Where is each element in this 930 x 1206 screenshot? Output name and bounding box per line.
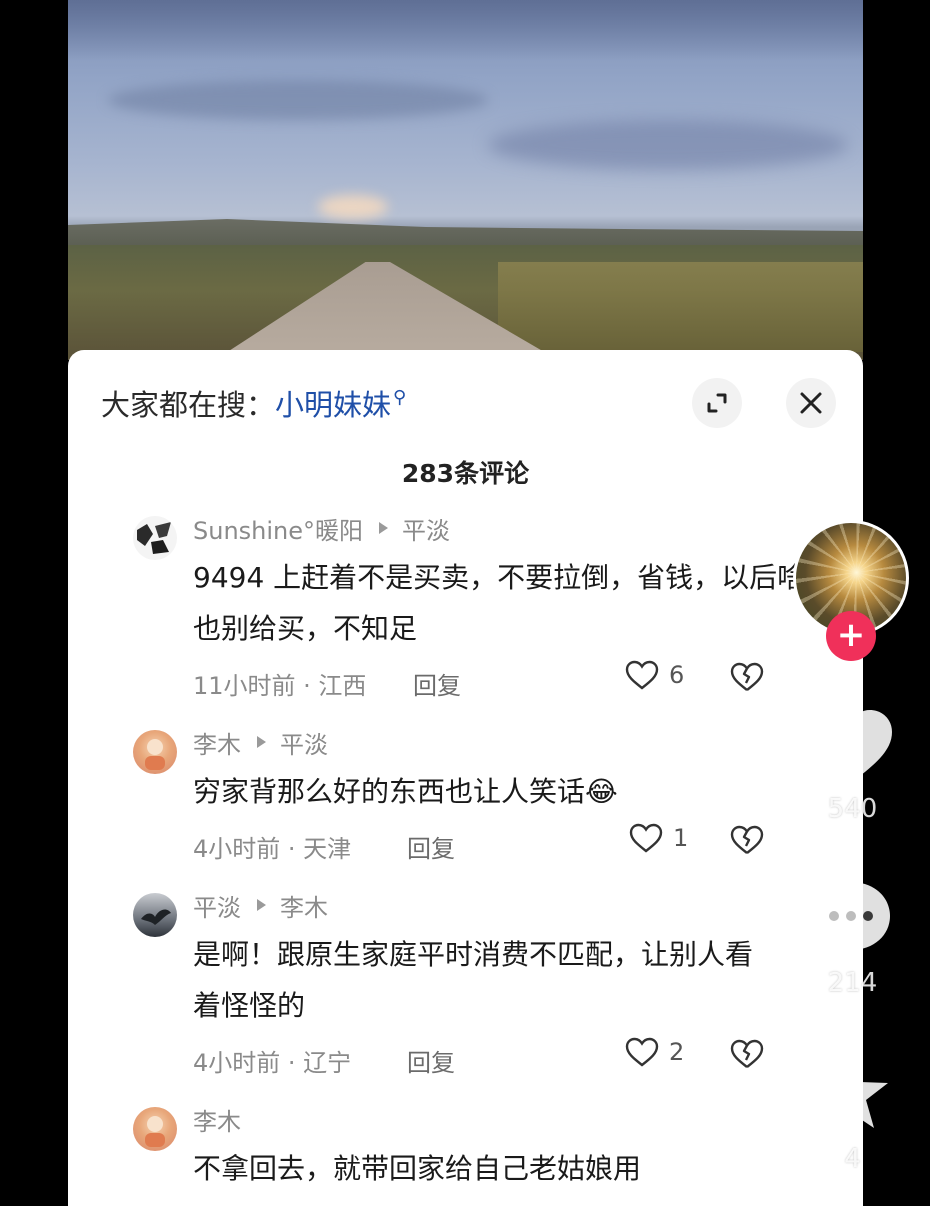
comment-item: 李木 不拿回去，就带回家给自己老姑娘用 [133, 1101, 833, 1194]
video-comment-count: 214 [827, 968, 878, 998]
avatar[interactable] [133, 1107, 177, 1151]
comment-footer: 11小时前 · 江西 回复 6 [193, 654, 833, 704]
reply-to-name[interactable]: 平淡 [402, 511, 450, 546]
like-button[interactable]: 1 [629, 823, 688, 853]
time-location: 4小时前 · 辽宁 [193, 1049, 352, 1077]
reply-button[interactable]: 回复 [407, 829, 455, 864]
comment-meta: Sunshine°暖阳 平淡 [193, 510, 833, 546]
sky-cloud [488, 120, 848, 170]
video-like-count: 540 [827, 794, 878, 824]
video-comment-button[interactable] [808, 878, 894, 962]
like-button[interactable]: 2 [625, 1037, 684, 1067]
follow-button[interactable]: + [826, 611, 876, 661]
reply-to-name[interactable]: 李木 [280, 888, 328, 923]
sky-cloud [68, 0, 863, 60]
dislike-button[interactable] [730, 1039, 764, 1075]
avatar-image [141, 909, 171, 925]
comment-count: 283条评论 [68, 454, 863, 490]
video-favorite-button[interactable] [808, 1052, 892, 1136]
broken-heart-icon [730, 662, 764, 691]
search-icon: ⚲ [393, 387, 407, 408]
comment-text: 穷家背那么好的东西也让人笑话😂 [193, 766, 833, 817]
comment-count-number: 283 [401, 459, 455, 488]
avatar-image [145, 1116, 165, 1147]
avatar[interactable] [133, 730, 177, 774]
avatar[interactable] [133, 516, 177, 560]
comment-meta: 平淡 李木 [193, 887, 833, 923]
comment-text: 不拿回去，就带回家给自己老姑娘用 [193, 1152, 642, 1185]
reply-button[interactable]: 回复 [413, 666, 461, 701]
comments-panel: 大家都在搜：小明妹妹 ⚲ 283条评论 Sunshine°暖阳 平淡 9494 … [68, 350, 863, 1206]
sky-cloud [108, 80, 488, 120]
comment-text-content: 穷家背那么好的东西也让人笑话 [193, 775, 586, 808]
author-name[interactable]: 平淡 [193, 888, 241, 923]
comment-item: 李木 平淡 穷家背那么好的东西也让人笑话😂 4小时前 · 天津 回复 1 [133, 724, 833, 867]
author-name[interactable]: 李木 [193, 725, 241, 760]
author-name[interactable]: Sunshine°暖阳 [193, 511, 363, 546]
author-name[interactable]: 李木 [193, 1102, 241, 1137]
comment-footer: 4小时前 · 辽宁 回复 2 [193, 1031, 833, 1081]
avatar-image [133, 516, 177, 560]
comment-item: Sunshine°暖阳 平淡 9494 上赶着不是买卖，不要拉倒，省钱，以后啥也… [133, 510, 833, 704]
like-count: 2 [669, 1038, 685, 1066]
sunset-glow [318, 195, 388, 219]
comment-count-label: 条评论 [454, 459, 530, 488]
close-button[interactable] [786, 378, 836, 428]
comment-item: 平淡 李木 是啊！跟原生家庭平时消费不匹配，让别人看着怪怪的 4小时前 · 辽宁… [133, 887, 833, 1081]
reply-arrow-icon [257, 736, 266, 748]
search-suggestion[interactable]: 大家都在搜：小明妹妹 ⚲ [101, 382, 406, 424]
reply-arrow-icon [257, 899, 266, 911]
comment-text: 9494 上赶着不是买卖，不要拉倒，省钱，以后啥也别给买，不知足 [193, 561, 806, 645]
like-button[interactable]: 6 [625, 660, 684, 690]
reply-to-name[interactable]: 平淡 [280, 725, 328, 760]
heart-icon [625, 660, 659, 690]
comment-text: 是啊！跟原生家庭平时消费不匹配，让别人看着怪怪的 [193, 938, 754, 1022]
search-suggestion-prefix: 大家都在搜： [101, 388, 276, 422]
dislike-button[interactable] [730, 662, 764, 698]
avatar[interactable] [133, 893, 177, 937]
video-frame[interactable] [68, 0, 863, 360]
like-count: 6 [669, 661, 685, 689]
reply-button[interactable]: 回复 [407, 1043, 455, 1078]
heart-icon [629, 823, 663, 853]
avatar-image [145, 739, 165, 770]
search-suggestion-keyword[interactable]: 小明妹妹 [275, 388, 391, 422]
reply-arrow-icon [379, 522, 389, 534]
expand-icon [707, 393, 727, 413]
plus-icon: + [836, 615, 866, 655]
laughing-emoji-icon: 😂 [585, 775, 618, 808]
dislike-button[interactable] [730, 825, 764, 861]
time-location: 11小时前 · 江西 [193, 672, 367, 700]
video-like-button[interactable] [808, 706, 896, 786]
expand-button[interactable] [692, 378, 742, 428]
comment-meta: 李木 [193, 1101, 833, 1137]
video-favorite-count: 4 [844, 1144, 861, 1174]
comment-meta: 李木 平淡 [193, 724, 833, 760]
field [498, 262, 863, 352]
heart-icon [625, 1037, 659, 1067]
like-count: 1 [673, 824, 689, 852]
time-location: 4小时前 · 天津 [193, 835, 352, 863]
broken-heart-icon [730, 1039, 764, 1068]
close-icon [800, 392, 822, 414]
broken-heart-icon [730, 825, 764, 854]
comment-footer: 4小时前 · 天津 回复 1 [193, 817, 833, 867]
